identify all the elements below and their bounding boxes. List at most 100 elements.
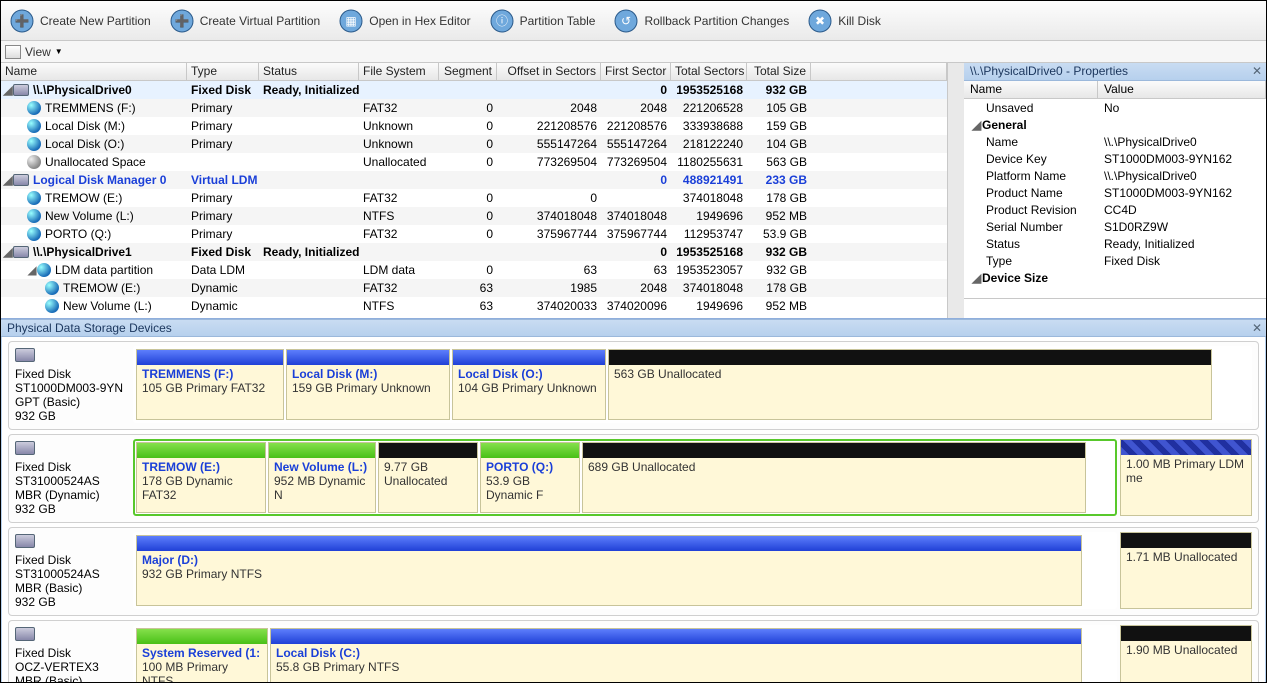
tree-row[interactable]: ◢\\.\PhysicalDrive1Fixed DiskReady, Init…: [1, 243, 947, 261]
cell: 375967744: [601, 227, 671, 241]
expander-icon[interactable]: ◢: [3, 83, 13, 97]
tree-row[interactable]: TREMOW (E:)DynamicFAT3263198520483740180…: [1, 279, 947, 297]
tree-row[interactable]: TREMOW (E:)PrimaryFAT3200374018048178 GB: [1, 189, 947, 207]
partition-block[interactable]: Local Disk (M:)159 GB Primary Unknown: [286, 349, 450, 420]
column-header[interactable]: Total Size: [747, 63, 811, 80]
column-header[interactable]: First Sector: [601, 63, 671, 80]
row-name: Logical Disk Manager 0: [33, 173, 166, 187]
close-icon[interactable]: ✕: [1252, 64, 1262, 78]
toolbar-label: Create Virtual Partition: [200, 14, 321, 28]
column-header[interactable]: Name: [1, 63, 187, 80]
props-col-value: Value: [1098, 81, 1266, 98]
disk-row[interactable]: Fixed DiskOCZ-VERTEX3MBR (Basic)55.9 GBS…: [8, 620, 1259, 682]
tree-row[interactable]: Local Disk (M:)PrimaryUnknown02212085762…: [1, 117, 947, 135]
tree-row[interactable]: Local Disk (O:)PrimaryUnknown05551472645…: [1, 135, 947, 153]
property-row: Serial NumberS1D0RZ9W: [964, 218, 1266, 235]
cell: 0: [439, 209, 497, 223]
properties-header: Name Value: [964, 81, 1266, 99]
partition-tree[interactable]: NameTypeStatusFile SystemSegmentOffset i…: [1, 63, 948, 318]
create-virtual-partition-button[interactable]: ➕Create Virtual Partition: [169, 8, 321, 34]
partition-map: System Reserved (1:100 MB Primary NTFSLo…: [133, 625, 1117, 682]
rollback-changes-button[interactable]: ↺Rollback Partition Changes: [613, 8, 789, 34]
toolbar-label: Kill Disk: [838, 14, 881, 28]
partition-block[interactable]: Local Disk (C:)55.8 GB Primary NTFS: [270, 628, 1082, 682]
disk-row[interactable]: Fixed DiskST31000524ASMBR (Dynamic)932 G…: [8, 434, 1259, 523]
column-header[interactable]: File System: [359, 63, 439, 80]
chevron-down-icon: ▼: [55, 47, 63, 56]
partition-bar: [609, 350, 1211, 365]
expander-icon[interactable]: ◢: [27, 263, 37, 277]
partition-block[interactable]: 9.77 GB Unallocated: [378, 442, 478, 513]
close-icon[interactable]: ✕: [1252, 321, 1262, 335]
column-header[interactable]: Total Sectors: [671, 63, 747, 80]
partition-block[interactable]: System Reserved (1:100 MB Primary NTFS: [136, 628, 268, 682]
column-header[interactable]: Segment: [439, 63, 497, 80]
partition-block[interactable]: TREMMENS (F:)105 GB Primary FAT32: [136, 349, 284, 420]
disk-row[interactable]: Fixed DiskST1000DM003-9YNGPT (Basic)932 …: [8, 341, 1259, 430]
partition-block[interactable]: 563 GB Unallocated: [608, 349, 1212, 420]
partition-block[interactable]: TREMOW (E:)178 GB Dynamic FAT32: [136, 442, 266, 513]
svg-text:➕: ➕: [15, 14, 30, 28]
drive-icon: [15, 441, 35, 455]
tree-row[interactable]: TREMMENS (F:)PrimaryFAT32020482048221206…: [1, 99, 947, 117]
cell: Primary: [187, 209, 259, 223]
tree-row[interactable]: ◢Logical Disk Manager 0Virtual LDM048892…: [1, 171, 947, 189]
partition-icon: [45, 299, 59, 313]
tree-row[interactable]: New Volume (L:)DynamicNTFS63374020033374…: [1, 297, 947, 315]
expander-icon[interactable]: ◢: [972, 271, 982, 285]
partition-block[interactable]: PORTO (Q:)53.9 GB Dynamic F: [480, 442, 580, 513]
expander-icon[interactable]: ◢: [972, 118, 982, 132]
partition-info: 689 GB Unallocated: [588, 460, 1080, 474]
partition-bar: [137, 629, 267, 644]
property-value: CC4D: [1098, 203, 1266, 217]
cell: 63: [601, 263, 671, 277]
drive-icon: [13, 174, 29, 186]
cell: 773269504: [601, 155, 671, 169]
cell: FAT32: [359, 227, 439, 241]
partition-info: 952 MB Dynamic N: [274, 474, 370, 502]
column-header[interactable]: Type: [187, 63, 259, 80]
partition-block[interactable]: 1.00 MB Primary LDM me: [1120, 439, 1252, 516]
cell: Fixed Disk: [187, 83, 259, 97]
partition-block[interactable]: New Volume (L:)952 MB Dynamic N: [268, 442, 376, 513]
row-name: TREMOW (E:): [63, 281, 140, 295]
expander-icon[interactable]: ◢: [3, 173, 13, 187]
cell: FAT32: [359, 191, 439, 205]
column-header[interactable]: Status: [259, 63, 359, 80]
cell: Primary: [187, 227, 259, 241]
cell: 374018048: [671, 281, 747, 295]
tree-scrollbar[interactable]: [948, 63, 964, 318]
cell: 221208576: [601, 119, 671, 133]
tree-row[interactable]: Unallocated SpaceUnallocated077326950477…: [1, 153, 947, 171]
toolbar-label: Rollback Partition Changes: [644, 14, 789, 28]
create-new-partition-button[interactable]: ➕Create New Partition: [9, 8, 151, 34]
partition-info: 932 GB Primary NTFS: [142, 567, 1076, 581]
partition-block[interactable]: 1.90 MB Unallocated: [1120, 625, 1252, 682]
partition-block[interactable]: Local Disk (O:)104 GB Primary Unknown: [452, 349, 606, 420]
tree-row[interactable]: PORTO (Q:)PrimaryFAT32037596774437596774…: [1, 225, 947, 243]
cell: 375967744: [497, 227, 601, 241]
partition-table-button[interactable]: ⓘPartition Table: [489, 8, 596, 34]
storage-devices-panel[interactable]: Fixed DiskST1000DM003-9YNGPT (Basic)932 …: [1, 337, 1266, 682]
cell: Primary: [187, 191, 259, 205]
cell: 1953523057: [671, 263, 747, 277]
cell: 178 GB: [747, 281, 811, 295]
property-name: Type: [964, 254, 1098, 268]
tree-row[interactable]: ◢\\.\PhysicalDrive0Fixed DiskReady, Init…: [1, 81, 947, 99]
partition-block[interactable]: 1.71 MB Unallocated: [1120, 532, 1252, 609]
row-name: New Volume (L:): [63, 299, 152, 313]
partition-block[interactable]: 689 GB Unallocated: [582, 442, 1086, 513]
tree-row[interactable]: New Volume (L:)PrimaryNTFS03740180483740…: [1, 207, 947, 225]
cell: 1953525168: [671, 83, 747, 97]
expander-icon[interactable]: ◢: [3, 245, 13, 259]
view-dropdown[interactable]: View ▼: [1, 41, 1266, 63]
disk-row[interactable]: Fixed DiskST31000524ASMBR (Basic)932 GBM…: [8, 527, 1259, 616]
storage-devices-label: Physical Data Storage Devices: [7, 321, 172, 335]
open-hex-editor-button[interactable]: ▦Open in Hex Editor: [338, 8, 470, 34]
main-toolbar: ➕Create New Partition➕Create Virtual Par…: [1, 1, 1266, 41]
kill-disk-button[interactable]: ✖Kill Disk: [807, 8, 881, 34]
tree-row[interactable]: ◢LDM data partitionData LDMLDM data06363…: [1, 261, 947, 279]
partition-block[interactable]: Major (D:)932 GB Primary NTFS: [136, 535, 1082, 606]
partition-bar: [287, 350, 449, 365]
column-header[interactable]: Offset in Sectors: [497, 63, 601, 80]
